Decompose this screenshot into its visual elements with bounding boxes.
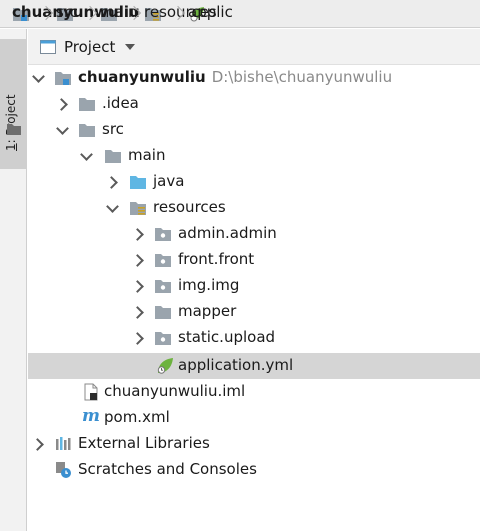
tree-row-java[interactable]: java <box>28 169 480 195</box>
breadcrumb-main[interactable]: main <box>100 0 137 27</box>
module-folder-icon <box>55 72 71 85</box>
tree-item-label: Scratches and Consoles <box>78 460 257 478</box>
tree-item-label: pom.xml <box>104 408 170 426</box>
tree-item-label: chuanyunwuliu.iml <box>104 382 246 400</box>
expand-arrow-icon[interactable] <box>132 280 144 292</box>
breadcrumb-resources[interactable]: resources <box>144 0 217 27</box>
tool-window-stripe: 1: Project <box>0 29 27 531</box>
tree-root-label: chuanyunwuliu D:\bishe\chuanyunwuliu <box>78 68 393 86</box>
tree-row-root[interactable]: chuanyunwuliu D:\bishe\chuanyunwuliu <box>28 65 480 91</box>
folder-icon <box>155 306 171 319</box>
tree-row-mapper[interactable]: mapper <box>28 299 480 325</box>
tree-row-front[interactable]: front.front <box>28 247 480 273</box>
collapse-arrow-icon[interactable] <box>80 150 92 162</box>
package-folder-icon <box>155 254 171 267</box>
tree-item-label: mapper <box>178 302 237 320</box>
project-tool-window-tab[interactable]: 1: Project <box>0 39 27 169</box>
tree-row-scratches[interactable]: Scratches and Consoles <box>28 457 480 483</box>
tree-row-external-libraries[interactable]: External Libraries <box>28 431 480 457</box>
spring-leaf-icon <box>157 358 173 374</box>
expand-arrow-icon[interactable] <box>132 228 144 240</box>
tree-item-label: front.front <box>178 250 255 268</box>
project-tool-window-tab-label: 1: Project <box>4 94 18 151</box>
expand-arrow-icon[interactable] <box>132 254 144 266</box>
expand-arrow-icon[interactable] <box>132 306 144 318</box>
scratches-icon <box>56 462 71 478</box>
tree-row-static-upload[interactable]: static.upload <box>28 325 480 351</box>
tree-row-resources[interactable]: resources <box>28 195 480 221</box>
resources-folder-icon <box>130 202 146 215</box>
project-view-icon <box>40 39 56 54</box>
tree-row-main[interactable]: main <box>28 143 480 169</box>
panel-title: Project <box>64 37 116 56</box>
tree-row-iml[interactable]: chuanyunwuliu.iml <box>28 379 480 405</box>
project-panel-header[interactable]: Project <box>28 29 480 65</box>
module-file-icon <box>84 383 98 401</box>
navigation-bar: chuanyunwuliu src main resources applic <box>0 0 480 28</box>
tree-row-application-yml[interactable]: application.yml <box>28 353 480 379</box>
maven-icon: m <box>82 406 100 426</box>
folder-icon <box>79 98 95 111</box>
package-folder-icon <box>155 228 171 241</box>
collapse-arrow-icon[interactable] <box>106 202 118 214</box>
tree-item-label: img.img <box>178 276 240 294</box>
package-folder-icon <box>155 280 171 293</box>
tree-item-label: java <box>153 172 185 190</box>
tree-row-img[interactable]: img.img <box>28 273 480 299</box>
breadcrumb-application-label: applic <box>188 3 233 21</box>
breadcrumb-separator <box>173 4 183 24</box>
tree-item-label: resources <box>153 198 226 216</box>
tree-item-label: External Libraries <box>78 434 210 452</box>
tree-item-label: .idea <box>102 94 139 112</box>
breadcrumb-separator <box>41 4 51 24</box>
view-dropdown-icon[interactable] <box>125 43 136 50</box>
tree-item-label: static.upload <box>178 328 276 346</box>
package-folder-icon <box>155 332 171 345</box>
expand-arrow-icon[interactable] <box>132 332 144 344</box>
tree-item-label: application.yml <box>178 356 294 374</box>
collapse-arrow-icon[interactable] <box>56 124 68 136</box>
breadcrumb-separator <box>85 4 95 24</box>
tree-row-pom[interactable]: m pom.xml <box>28 405 480 431</box>
collapse-arrow-icon[interactable] <box>32 72 44 84</box>
tree-item-label: src <box>102 120 124 138</box>
folder-icon <box>79 124 95 137</box>
tree-item-label: admin.admin <box>178 224 277 242</box>
breadcrumb-application[interactable]: applic <box>188 0 233 27</box>
expand-arrow-icon[interactable] <box>106 176 118 188</box>
library-icon <box>56 437 71 450</box>
breadcrumb-project[interactable]: chuanyunwuliu <box>12 0 140 27</box>
breadcrumb-src-label: src <box>56 3 78 21</box>
folder-icon <box>7 124 21 135</box>
tree-row-admin[interactable]: admin.admin <box>28 221 480 247</box>
tree-root-path: D:\bishe\chuanyunwuliu <box>211 68 393 86</box>
expand-arrow-icon[interactable] <box>32 438 44 450</box>
breadcrumb-separator <box>129 4 139 24</box>
tree-row-idea[interactable]: .idea <box>28 91 480 117</box>
source-folder-icon <box>130 176 146 189</box>
expand-arrow-icon[interactable] <box>56 98 68 110</box>
tree-row-src[interactable]: src <box>28 117 480 143</box>
tree-item-label: main <box>128 146 166 164</box>
breadcrumb-src[interactable]: src <box>56 0 80 27</box>
folder-icon <box>105 150 121 163</box>
